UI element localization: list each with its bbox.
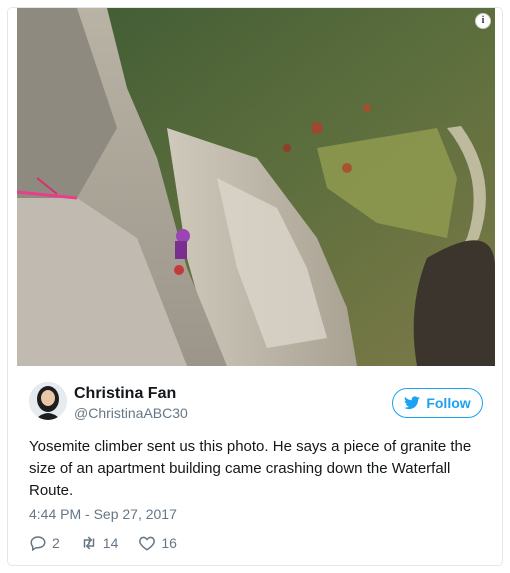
author-handle[interactable]: @ChristinaABC30 xyxy=(74,405,188,421)
heart-icon xyxy=(139,536,156,551)
follow-button[interactable]: Follow xyxy=(392,388,483,418)
avatar[interactable] xyxy=(29,382,67,420)
like-button[interactable]: 16 xyxy=(138,534,177,552)
retweet-count: 14 xyxy=(102,535,119,551)
retweet-icon xyxy=(83,536,95,550)
avatar-image xyxy=(29,382,67,420)
tweet-text: Yosemite climber sent us this photo. He … xyxy=(29,438,472,499)
tweet-card: i Christina Fan @ChristinaABC30 Follow Y… xyxy=(7,7,503,566)
info-icon[interactable]: i xyxy=(475,13,491,29)
like-count: 16 xyxy=(161,535,177,551)
reply-button[interactable]: 2 xyxy=(29,534,60,552)
tweet-header: Christina Fan @ChristinaABC30 Follow xyxy=(29,382,502,426)
twitter-bird-icon xyxy=(404,396,421,410)
tweet-photo[interactable]: i xyxy=(17,8,495,366)
follow-label: Follow xyxy=(426,395,471,411)
tweet-timestamp[interactable]: 4:44 PM - Sep 27, 2017 xyxy=(29,506,177,522)
yosemite-climber-photo xyxy=(17,8,495,366)
reply-count: 2 xyxy=(52,535,60,551)
tweet-actions: 2 14 16 xyxy=(29,534,177,552)
retweet-button[interactable]: 14 xyxy=(80,534,119,552)
author-name[interactable]: Christina Fan xyxy=(74,385,176,403)
reply-icon xyxy=(30,536,46,552)
